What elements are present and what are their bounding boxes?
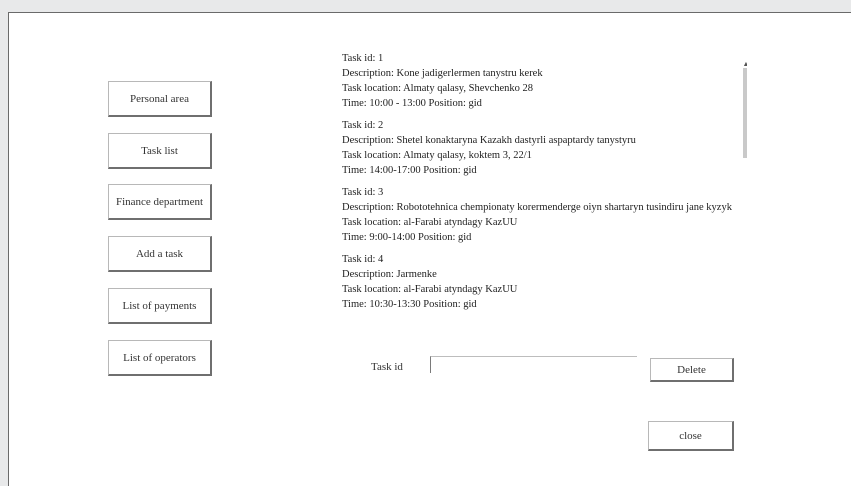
list-of-operators-button[interactable]: List of operators <box>108 340 212 376</box>
task-list: Task id: 1 Description: Kone jadigerlerm… <box>342 51 734 319</box>
task-item: Task id: 2 Description: Shetel konaktary… <box>342 118 734 178</box>
task-time: Time: 9:00-14:00 Position: gid <box>342 232 472 243</box>
task-description: Description: Robototehnica chempionaty k… <box>342 202 732 213</box>
task-item: Task id: 4 Description: Jarmenke Task lo… <box>342 252 734 312</box>
task-id-input[interactable] <box>430 356 637 373</box>
personal-area-button[interactable]: Personal area <box>108 81 212 117</box>
list-of-payments-button[interactable]: List of payments <box>108 288 212 324</box>
scroll-thumb[interactable] <box>743 68 747 158</box>
task-id-text: Task id: 2 <box>342 120 384 131</box>
task-location: Task location: al-Farabi atyndagy KazUU <box>342 284 518 295</box>
task-description: Description: Shetel konaktaryna Kazakh d… <box>342 135 636 146</box>
task-id-text: Task id: 4 <box>342 254 384 265</box>
task-id-text: Task id: 1 <box>342 53 384 64</box>
finance-department-button[interactable]: Finance department <box>108 184 212 220</box>
task-location: Task location: al-Farabi atyndagy KazUU <box>342 217 518 228</box>
delete-button[interactable]: Delete <box>650 358 734 382</box>
task-location: Task location: Almaty qalasy, koktem 3, … <box>342 150 532 161</box>
task-time: Time: 10:30-13:30 Position: gid <box>342 299 477 310</box>
task-list-scrollbar[interactable]: ▲ ▼ <box>741 50 747 340</box>
task-list-button[interactable]: Task list <box>108 133 212 169</box>
task-time: Time: 10:00 - 13:00 Position: gid <box>342 98 482 109</box>
task-location: Task location: Almaty qalasy, Shevchenko… <box>342 83 534 94</box>
task-description: Description: Jarmenke <box>342 269 437 280</box>
task-item: Task id: 3 Description: Robototehnica ch… <box>342 185 734 245</box>
scroll-down-icon[interactable]: ▼ <box>741 337 747 340</box>
close-button[interactable]: close <box>648 421 734 451</box>
add-task-button[interactable]: Add a task <box>108 236 212 272</box>
task-id-text: Task id: 3 <box>342 187 384 198</box>
task-item: Task id: 1 Description: Kone jadigerlerm… <box>342 51 734 111</box>
task-id-label: Task id <box>371 361 403 373</box>
task-list-panel[interactable]: Task id: 1 Description: Kone jadigerlerm… <box>331 50 747 340</box>
task-time: Time: 14:00-17:00 Position: gid <box>342 165 477 176</box>
task-description: Description: Kone jadigerlermen tanystru… <box>342 68 543 79</box>
